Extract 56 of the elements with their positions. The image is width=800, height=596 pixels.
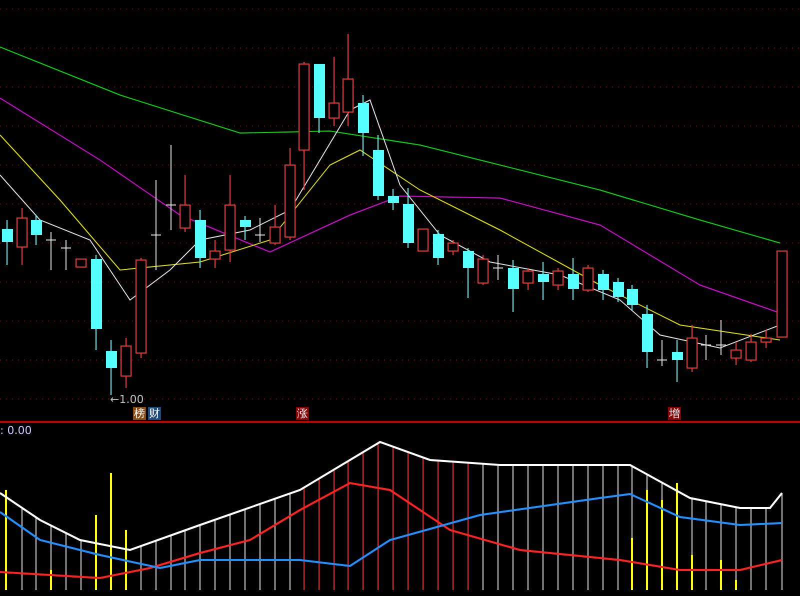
signal-tag: 财 — [148, 407, 161, 420]
candlestick — [598, 270, 609, 300]
indicator-readout: : 0.00 — [0, 424, 32, 437]
signal-tag: 榜 — [133, 407, 146, 420]
candlestick — [46, 232, 56, 270]
candlestick — [686, 324, 698, 372]
candlestick — [433, 230, 444, 266]
candlestick — [568, 258, 579, 300]
candlestick — [106, 340, 117, 396]
candlestick — [656, 340, 668, 366]
candlestick — [746, 334, 756, 362]
candlestick — [642, 304, 653, 368]
candlestick — [254, 218, 266, 242]
candlestick — [478, 254, 488, 286]
candlestick — [627, 284, 638, 310]
candlestick — [613, 278, 624, 302]
candlestick — [210, 240, 220, 268]
indicator-bar — [214, 519, 216, 590]
candlestick — [522, 268, 534, 290]
candlestick — [492, 254, 504, 280]
candlestick — [31, 214, 42, 246]
candlestick — [358, 94, 369, 156]
indicator-bar — [184, 530, 186, 590]
candlestick — [700, 334, 712, 360]
candlestick — [328, 56, 340, 126]
candlestick — [716, 320, 726, 356]
candlestick — [508, 260, 519, 312]
candlestick — [403, 188, 414, 248]
candlestick — [180, 174, 190, 232]
candlestick — [388, 188, 399, 210]
signal-tag: 增 — [668, 407, 681, 420]
indicator-bar — [140, 546, 142, 590]
candlestick — [2, 220, 13, 266]
candlestick — [76, 258, 86, 268]
indicator-bar — [170, 534, 172, 590]
low-price-marker: ←1.00 — [110, 393, 144, 406]
indicator-bar — [80, 540, 82, 590]
candlestick — [314, 64, 325, 134]
candlestick — [240, 216, 251, 240]
candlestick — [448, 240, 458, 256]
candlestick — [195, 210, 206, 268]
candlestick — [418, 228, 428, 252]
candlestick — [16, 208, 28, 266]
signal-tag: 涨 — [296, 407, 309, 420]
candlestick — [373, 134, 384, 200]
candlestick — [730, 342, 742, 366]
candlestick — [270, 204, 280, 246]
candlestick — [463, 248, 474, 298]
candlestick — [120, 338, 132, 388]
candlestick — [538, 262, 549, 300]
candlestick — [672, 340, 683, 382]
candlestick — [552, 268, 564, 290]
indicator-bar — [125, 530, 127, 590]
candlestick — [582, 264, 594, 292]
candlestick — [760, 330, 772, 348]
candlestick — [60, 240, 72, 270]
